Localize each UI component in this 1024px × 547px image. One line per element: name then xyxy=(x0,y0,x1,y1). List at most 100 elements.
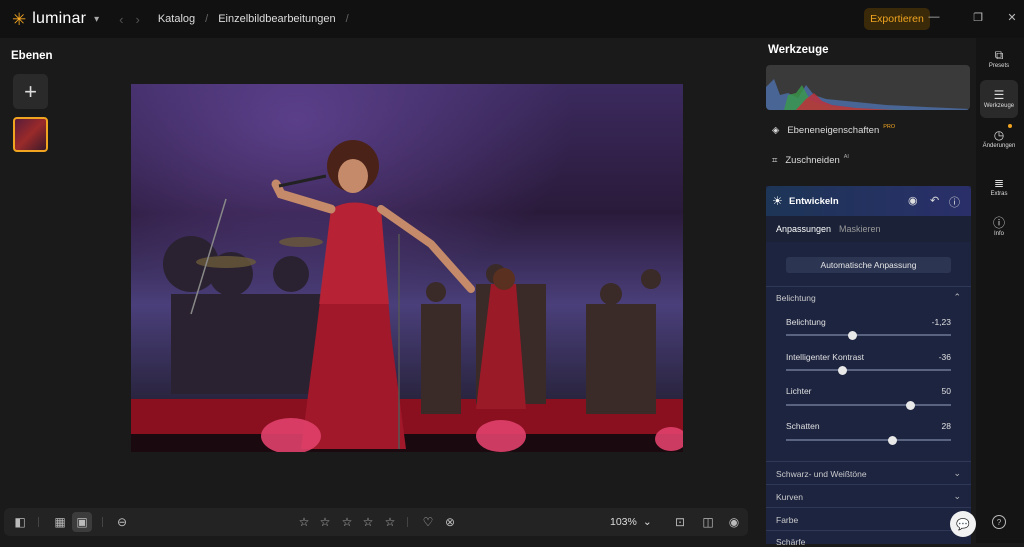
rail-label: Info xyxy=(993,231,1004,237)
layer-properties-label: Ebeneneigenschaften xyxy=(787,124,880,136)
compare-icon[interactable]: ◫ xyxy=(698,512,718,532)
photo-canvas[interactable] xyxy=(131,84,683,452)
info-icon: ⓘ xyxy=(992,216,1005,230)
add-layer-button[interactable]: + xyxy=(13,74,48,109)
reject-flag-icon[interactable]: ⊗ xyxy=(440,512,460,532)
concert-photo xyxy=(131,84,683,452)
star-3-icon[interactable]: ☆ xyxy=(337,512,357,532)
exposure-value[interactable]: -1,23 xyxy=(932,317,951,327)
history-icon: ◷ xyxy=(993,128,1005,142)
eye-icon[interactable]: ◉ xyxy=(908,194,918,207)
rail-info[interactable]: ⓘ Info xyxy=(980,208,1018,246)
toolbar-divider xyxy=(102,517,103,527)
rail-label: Presets xyxy=(988,63,1010,69)
heart-icon[interactable]: ♡ xyxy=(418,512,438,532)
zoom-control[interactable]: 103% ⌄ xyxy=(610,512,652,532)
auto-adjust-button[interactable]: Automatische Anpassung xyxy=(786,257,951,273)
shadows-value[interactable]: 28 xyxy=(942,421,951,431)
chevron-up-icon[interactable]: ⌃ xyxy=(953,292,961,303)
presets-icon: ⧉ xyxy=(994,48,1004,62)
breadcrumb-separator: / xyxy=(205,13,209,25)
section-curves[interactable]: Kurven ⌄ xyxy=(766,484,971,507)
highlights-value[interactable]: 50 xyxy=(942,386,951,396)
app-logo-text: luminar xyxy=(32,10,87,27)
section-title: Schwarz- und Weißtöne xyxy=(776,469,867,479)
histogram xyxy=(766,65,970,110)
section-title: Kurven xyxy=(776,492,803,502)
smart-contrast-knob[interactable] xyxy=(838,366,848,375)
forward-arrow-icon[interactable]: › xyxy=(136,12,140,27)
star-2-icon[interactable]: ☆ xyxy=(315,512,335,532)
breadcrumb: Katalog / Einzelbildbearbeitungen / xyxy=(158,13,349,25)
highlights-slider[interactable] xyxy=(786,401,951,410)
tab-masking[interactable]: Maskieren xyxy=(839,224,881,234)
smart-contrast-value[interactable]: -36 xyxy=(939,352,951,362)
chevron-down-icon: ⌄ xyxy=(953,468,961,478)
reject-icon[interactable]: ⊖ xyxy=(112,512,132,532)
sun-icon: ☀ xyxy=(772,194,783,208)
rail-tools[interactable]: ☰ Werkzeuge xyxy=(980,80,1018,118)
tools-title: Werkzeuge xyxy=(768,44,829,56)
minimize-icon[interactable]: — xyxy=(916,0,952,34)
back-arrow-icon[interactable]: ‹ xyxy=(119,12,123,27)
sidebar-toggle-icon[interactable]: ◧ xyxy=(10,512,30,532)
rail-label: Werkzeuge xyxy=(983,103,1015,109)
shadows-knob[interactable] xyxy=(887,436,897,445)
crop-tool[interactable]: ⌗ Zuschneiden AI xyxy=(772,150,849,170)
section-black-white[interactable]: Schwarz- und Weißtöne ⌄ xyxy=(766,461,971,484)
smart-contrast-label: Intelligenter Kontrast xyxy=(786,352,864,362)
chat-assistant-button[interactable]: 💬 xyxy=(950,511,976,537)
star-4-icon[interactable]: ☆ xyxy=(358,512,378,532)
rail-history[interactable]: ◷ Änderungen xyxy=(980,120,1018,158)
list-icon: ≣ xyxy=(993,176,1005,190)
shadows-slider[interactable] xyxy=(786,436,951,445)
tab-adjustments[interactable]: Anpassungen xyxy=(776,224,831,234)
develop-tabs: Anpassungen Maskieren xyxy=(766,216,971,242)
rail-extras[interactable]: ≣ Extras xyxy=(980,168,1018,206)
undo-icon[interactable]: ↶ xyxy=(930,194,939,207)
exposure-section-title[interactable]: Belichtung xyxy=(776,293,816,303)
shadows-label: Schatten xyxy=(786,421,820,431)
divider xyxy=(766,286,971,287)
layer-properties-tool[interactable]: ◈ Ebeneneigenschaften PRO xyxy=(772,120,895,140)
close-icon[interactable]: ✕ xyxy=(994,0,1024,34)
rail-presets[interactable]: ⧉ Presets xyxy=(980,40,1018,78)
breadcrumb-single-edits[interactable]: Einzelbildbearbeitungen xyxy=(218,13,335,25)
star-1-icon[interactable]: ☆ xyxy=(294,512,314,532)
layers-icon: ◈ xyxy=(772,124,780,136)
fit-screen-icon[interactable]: ⊡ xyxy=(670,512,690,532)
info-icon[interactable]: ⓘ xyxy=(949,194,960,210)
chevron-down-icon: ▾ xyxy=(94,13,100,25)
zoom-value: 103% xyxy=(610,516,637,528)
highlights-knob[interactable] xyxy=(905,401,915,410)
restore-icon[interactable]: ❐ xyxy=(960,0,996,34)
section-color[interactable]: Farbe xyxy=(766,507,971,530)
layer-thumbnail[interactable] xyxy=(13,117,48,152)
chevron-down-icon: ⌄ xyxy=(953,491,961,501)
breadcrumb-separator: / xyxy=(345,13,349,25)
ai-badge: AI xyxy=(843,154,849,160)
single-view-icon[interactable]: ▣ xyxy=(72,512,92,532)
sliders-icon: ☰ xyxy=(993,88,1005,102)
highlights-label: Lichter xyxy=(786,386,812,396)
help-icon[interactable]: ? xyxy=(992,515,1006,529)
grid-view-icon[interactable]: ▦ xyxy=(50,512,70,532)
layers-title: Ebenen xyxy=(11,50,53,62)
chat-icon: 💬 xyxy=(956,518,970,531)
develop-header[interactable]: ☀ Entwickeln ◉ ↶ ⓘ xyxy=(766,186,971,216)
crop-label: Zuschneiden xyxy=(785,154,840,166)
app-menu[interactable]: ✳ luminar ▾ xyxy=(12,10,99,28)
section-sharpness[interactable]: Schärfe xyxy=(766,530,971,547)
star-5-icon[interactable]: ☆ xyxy=(380,512,400,532)
chevron-down-icon: ⌄ xyxy=(642,516,652,528)
crop-icon: ⌗ xyxy=(772,154,778,166)
plus-icon: + xyxy=(24,78,37,104)
exposure-slider[interactable] xyxy=(786,331,951,340)
exposure-knob[interactable] xyxy=(848,331,857,340)
rail-label: Extras xyxy=(990,191,1008,197)
breadcrumb-katalog[interactable]: Katalog xyxy=(158,13,195,25)
eye-icon[interactable]: ◉ xyxy=(724,512,744,532)
histogram-graph xyxy=(766,79,970,110)
toolbar-divider xyxy=(407,517,408,527)
smart-contrast-slider[interactable] xyxy=(786,366,951,375)
